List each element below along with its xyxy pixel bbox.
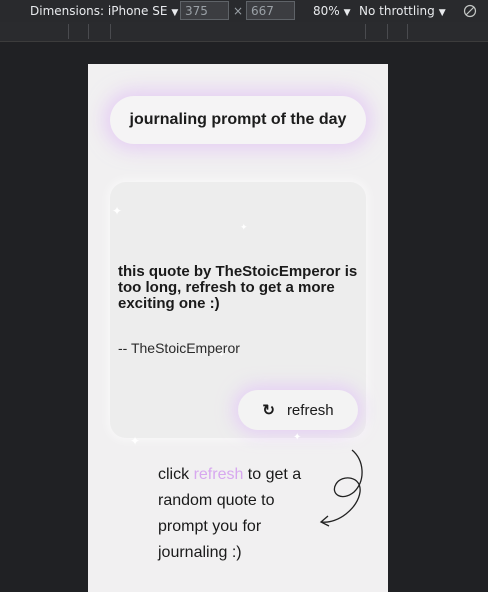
chevron-down-icon: ▼ [438,8,446,18]
chevron-down-icon: ▼ [343,8,351,18]
quote-author: -- TheStoicEmperor [118,340,240,356]
sparkle-icon: ✦ [240,222,248,232]
prompt-title: journaling prompt of the day [110,96,366,144]
sparkle-icon: ✦ [130,434,141,448]
zoom-dropdown[interactable]: 80% ▼ [313,0,351,22]
throttling-dropdown[interactable]: No throttling ▼ [359,0,446,22]
curly-arrow-icon [319,449,363,527]
times-separator: × [233,4,244,18]
quote-text: this quote by TheStoicEmperor is too lon… [118,263,358,312]
height-input[interactable]: 667 [246,1,295,20]
throttling-label: No throttling [359,4,435,18]
width-input[interactable]: 375 [180,1,229,20]
dimensions-label: Dimensions: iPhone SE [30,4,168,18]
sparkle-icon: ✦ [112,204,123,218]
refresh-icon: ↻ [262,402,275,419]
device-dimensions-dropdown[interactable]: Dimensions: iPhone SE ▼ [30,0,178,22]
device-viewport: journaling prompt of the day ✦ ✦ ✦ this … [88,64,388,592]
instruction-before: click [158,466,194,483]
refresh-label: refresh [286,401,334,419]
instruction-text: click refresh to get a random quote to p… [158,462,328,566]
rotate-icon [463,4,477,18]
devtools-toolbar: Dimensions: iPhone SE ▼ 375 × 667 80% ▼ No… [0,0,488,22]
chevron-down-icon: ▼ [171,8,179,18]
zoom-label: 80% [313,4,340,18]
rotate-button[interactable] [463,0,477,22]
media-query-ruler [0,22,488,42]
quote-card: ✦ ✦ ✦ this quote by TheStoicEmperor is t… [110,182,366,438]
refresh-button[interactable]: ↻ refresh [238,390,358,430]
instruction-highlight: refresh [193,466,244,483]
sparkle-icon: ✦ [293,432,302,443]
